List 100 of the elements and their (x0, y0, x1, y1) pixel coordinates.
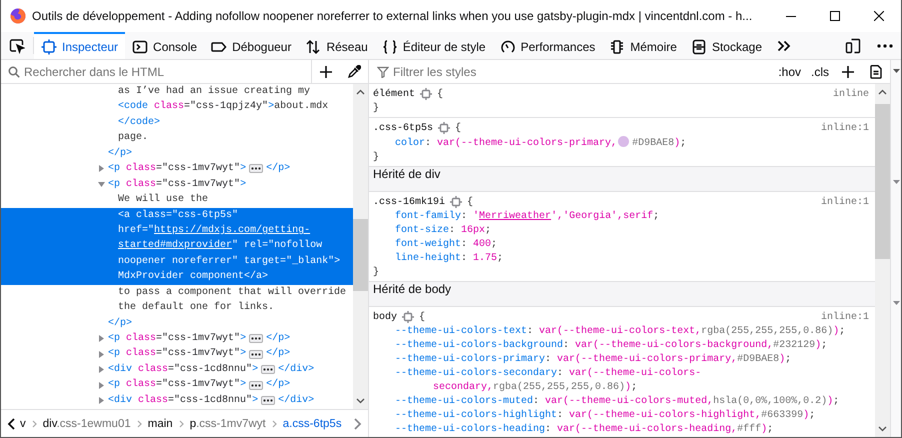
expand-arrow-icon[interactable] (98, 165, 105, 172)
scroll-down-icon[interactable] (878, 426, 887, 432)
css-declaration[interactable]: --theme-ui-colors-primary: var(--theme-ui-colors-primary,#D9BAE8); (369, 353, 875, 367)
breadcrumb[interactable]: div.css-1ewmu01 (42, 418, 131, 430)
tab-icon (500, 38, 516, 54)
tool-tab[interactable]: Performances (492, 32, 602, 59)
tab-icon (132, 38, 148, 54)
css-declaration[interactable]: --theme-ui-colors-text: var(--theme-ui-colors-text,rgba(255,255,255,0.86)); (369, 325, 875, 339)
expand-arrow-icon[interactable] (98, 180, 105, 188)
collapsed-content-button[interactable] (249, 334, 264, 344)
html-line[interactable]: as I’ve had an issue creating my (1, 84, 353, 100)
collapsed-content-button[interactable] (261, 396, 276, 405)
expand-arrow-icon[interactable] (98, 382, 105, 389)
css-selector: .css-6tp5s (373, 122, 434, 134)
html-line[interactable]: We will use the (1, 192, 353, 208)
scroll-up-icon[interactable] (878, 89, 887, 95)
caret-icon[interactable] (892, 69, 900, 73)
collapsed-content-button[interactable] (249, 164, 264, 174)
app-logo-icon (10, 8, 26, 24)
tool-tab[interactable]: Inspecteur (34, 32, 126, 59)
html-line[interactable]: the default one for links. (1, 300, 353, 316)
css-declaration[interactable]: font-size: 16px; (369, 224, 875, 238)
close-brace: } (373, 152, 380, 163)
css-declaration[interactable]: font-family: 'Merriweather','Georgia',serif; (369, 210, 875, 224)
html-line[interactable]: to pass a component that will override (1, 284, 353, 300)
plus-icon (320, 66, 332, 78)
css-declaration[interactable]: --theme-ui-colors-highlight: var(--theme-ui-colors-highlight,#663399); (369, 409, 875, 423)
tool-tab[interactable]: Mémoire (602, 32, 684, 59)
html-line[interactable]: </p> (1, 146, 353, 162)
link[interactable]: https://mdxjs.com/getting- (154, 222, 310, 238)
html-line[interactable]: <div class="css-1cd8nnu"> </div> (1, 362, 353, 378)
cursor-in-frame-icon (9, 38, 25, 54)
pseudo-class-button[interactable]: :hov (773, 64, 806, 78)
tool-tab[interactable]: Éditeur de style (374, 32, 493, 59)
html-line[interactable]: </code> (1, 114, 353, 130)
collapsed-content-button[interactable] (249, 350, 264, 359)
ellipsis-icon (251, 337, 262, 340)
split-view-icon (845, 38, 861, 54)
scroll-up-icon[interactable] (356, 89, 365, 95)
html-line[interactable]: <p class="css-1mv7wyt"> (1, 176, 353, 192)
breadcrumb[interactable]: p.css-1mv7wyt (190, 418, 266, 430)
tool-tab[interactable]: Stockage (684, 32, 769, 59)
crosshair-square-icon[interactable] (420, 88, 432, 100)
css-selector: élément (373, 88, 416, 100)
document-icon (870, 64, 882, 78)
expand-arrow-icon[interactable] (98, 335, 105, 342)
expand-arrow-icon[interactable] (98, 366, 105, 374)
link[interactable]: started#mdxprovider (118, 238, 232, 254)
ellipsis-icon (263, 398, 274, 402)
caret-icon[interactable] (892, 301, 900, 305)
scrollbar-thumb[interactable] (353, 219, 368, 291)
color-swatch-icon[interactable] (618, 136, 630, 147)
tool-tab[interactable]: Débogueur (204, 32, 298, 59)
rule-source-link[interactable]: inline (832, 88, 869, 100)
rule-source-link[interactable]: inline:1 (820, 312, 869, 322)
breadcrumb[interactable]: main (148, 418, 173, 430)
css-declaration[interactable]: line-height: 1.75; (369, 252, 875, 266)
expand-arrow-icon[interactable] (98, 350, 105, 358)
html-line[interactable]: <code class="css-1qpjz4y">about.mdx (1, 99, 353, 115)
scrollbar-thumb[interactable] (875, 104, 890, 259)
caret-icon[interactable] (892, 180, 900, 184)
html-line[interactable]: page. (1, 130, 353, 146)
html-line[interactable]: <p class="css-1mv7wyt"> </p> (1, 331, 353, 346)
inherited-header: Hérité de div (369, 167, 875, 192)
css-declaration[interactable]: --theme-ui-colors-heading: var(--theme-ui-colors-heading,#fff); (369, 423, 875, 437)
crosshair-square-icon[interactable] (438, 122, 450, 134)
chevron-icon (178, 420, 184, 428)
crosshair-square-icon[interactable] (450, 196, 462, 208)
css-declaration[interactable]: --theme-ui-colors-muted: var(--theme-ui-colors-muted,hsla(0,0%,100%,0.2)); (369, 395, 875, 409)
css-selector: body (373, 312, 398, 322)
pseudo-class-button[interactable]: .cls (806, 64, 834, 78)
collapsed-content-button[interactable] (249, 380, 264, 390)
html-search-field[interactable]: Rechercher dans le HTML (24, 64, 311, 78)
expand-arrow-icon[interactable] (98, 396, 105, 404)
styles-filter-field[interactable]: Filtrer les styles (393, 64, 774, 78)
scroll-down-icon[interactable] (356, 398, 365, 404)
tool-tab[interactable]: Console (125, 32, 204, 59)
scroll-left-icon[interactable] (7, 418, 15, 430)
tool-tab[interactable]: Réseau (298, 32, 375, 59)
html-line[interactable]: </p> (1, 316, 353, 331)
css-declaration[interactable]: color: var(--theme-ui-colors-primary, #D9BAE8); (369, 136, 875, 151)
rule-source-link[interactable]: inline:1 (820, 122, 869, 134)
chevron-icon (136, 420, 142, 428)
ellipsis-icon (263, 368, 274, 372)
collapsed-content-button[interactable] (261, 365, 276, 374)
html-line[interactable]: <p class="css-1mv7wyt"> </p> (1, 377, 353, 393)
scroll-right-icon[interactable] (354, 418, 362, 430)
crosshair-square-icon[interactable] (402, 311, 414, 323)
html-line[interactable]: <div class="css-1cd8nnu"> </div> (1, 392, 353, 408)
filter-icon (377, 66, 389, 78)
html-line[interactable]: <p class="css-1mv7wyt"> </p> (1, 161, 353, 177)
font-link[interactable]: Merriweather (479, 211, 552, 222)
html-line[interactable]: <p class="css-1mv7wyt"> </p> (1, 346, 353, 362)
css-declaration[interactable]: --theme-ui-colors-background: var(--theme-ui-colors-background,#232129); (369, 339, 875, 353)
css-declaration[interactable]: font-weight: 400; (369, 238, 875, 252)
chevron-icon (32, 420, 37, 428)
breadcrumb[interactable]: a.css-6tp5s (282, 418, 342, 430)
css-declaration[interactable]: --theme-ui-colors-secondary: var(--theme-ui-colors-secondary,rgba(255,255,255,0.86)); (369, 367, 875, 395)
rule-source-link[interactable]: inline:1 (820, 196, 869, 208)
breadcrumb[interactable]: v (20, 418, 26, 430)
